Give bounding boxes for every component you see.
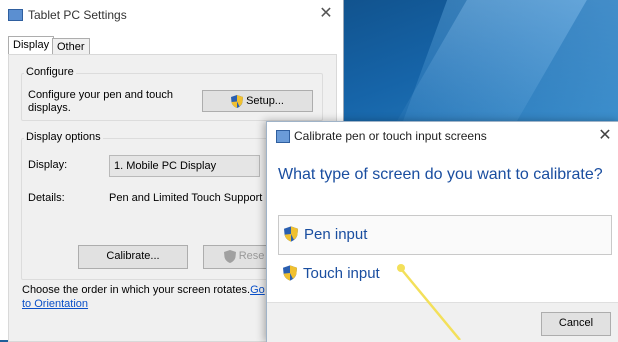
dialog-title-bar: Calibrate pen or touch input screens ✕ <box>267 122 618 150</box>
configure-description-line1: Configure your pen and touch <box>28 89 173 101</box>
calibrate-app-icon <box>276 130 290 143</box>
calibrate-button[interactable]: Calibrate... <box>78 245 188 269</box>
uac-shield-icon <box>284 226 298 242</box>
reset-button-label: Rese <box>238 250 265 262</box>
dialog-footer: Cancel <box>267 302 618 342</box>
calibrate-question: What type of screen do you want to calib… <box>278 166 603 183</box>
dialog-title: Calibrate pen or touch input screens <box>294 129 487 143</box>
rotation-text-block: Choose the order in which your screen ro… <box>22 283 272 311</box>
display-options-group-title: Display options <box>24 131 103 143</box>
uac-shield-icon <box>223 249 236 263</box>
pen-input-label: Pen input <box>304 226 368 243</box>
orientation-link[interactable]: Go <box>250 284 265 296</box>
orientation-link-continued[interactable]: to Orientation <box>22 298 88 310</box>
window-title: Tablet PC Settings <box>28 8 127 22</box>
configure-group: Configure Configure your pen and touch d… <box>21 66 323 121</box>
cancel-button[interactable]: Cancel <box>541 312 611 336</box>
calibrate-dialog: Calibrate pen or touch input screens ✕ W… <box>266 121 618 342</box>
uac-shield-icon <box>283 265 297 281</box>
configure-group-title: Configure <box>24 66 76 78</box>
touch-input-option[interactable]: Touch input <box>278 255 610 293</box>
rotation-text: Choose the order in which your screen ro… <box>22 284 251 296</box>
setup-button-label: Setup... <box>246 95 284 107</box>
title-bar: Tablet PC Settings ✕ <box>0 0 343 30</box>
tablet-settings-icon <box>8 9 23 21</box>
setup-button[interactable]: Setup... <box>202 90 313 112</box>
close-icon[interactable]: ✕ <box>595 126 615 146</box>
display-select[interactable]: 1. Mobile PC Display <box>109 155 260 177</box>
pen-input-option[interactable]: Pen input <box>278 215 612 255</box>
details-label: Details: <box>28 192 65 204</box>
display-label: Display: <box>28 159 68 171</box>
close-icon[interactable]: ✕ <box>316 4 336 24</box>
touch-input-label: Touch input <box>303 265 380 282</box>
tab-display[interactable]: Display <box>8 36 55 56</box>
configure-description-line2: displays. <box>28 102 71 114</box>
uac-shield-icon <box>231 94 243 108</box>
details-value: Pen and Limited Touch Support <box>109 192 263 204</box>
